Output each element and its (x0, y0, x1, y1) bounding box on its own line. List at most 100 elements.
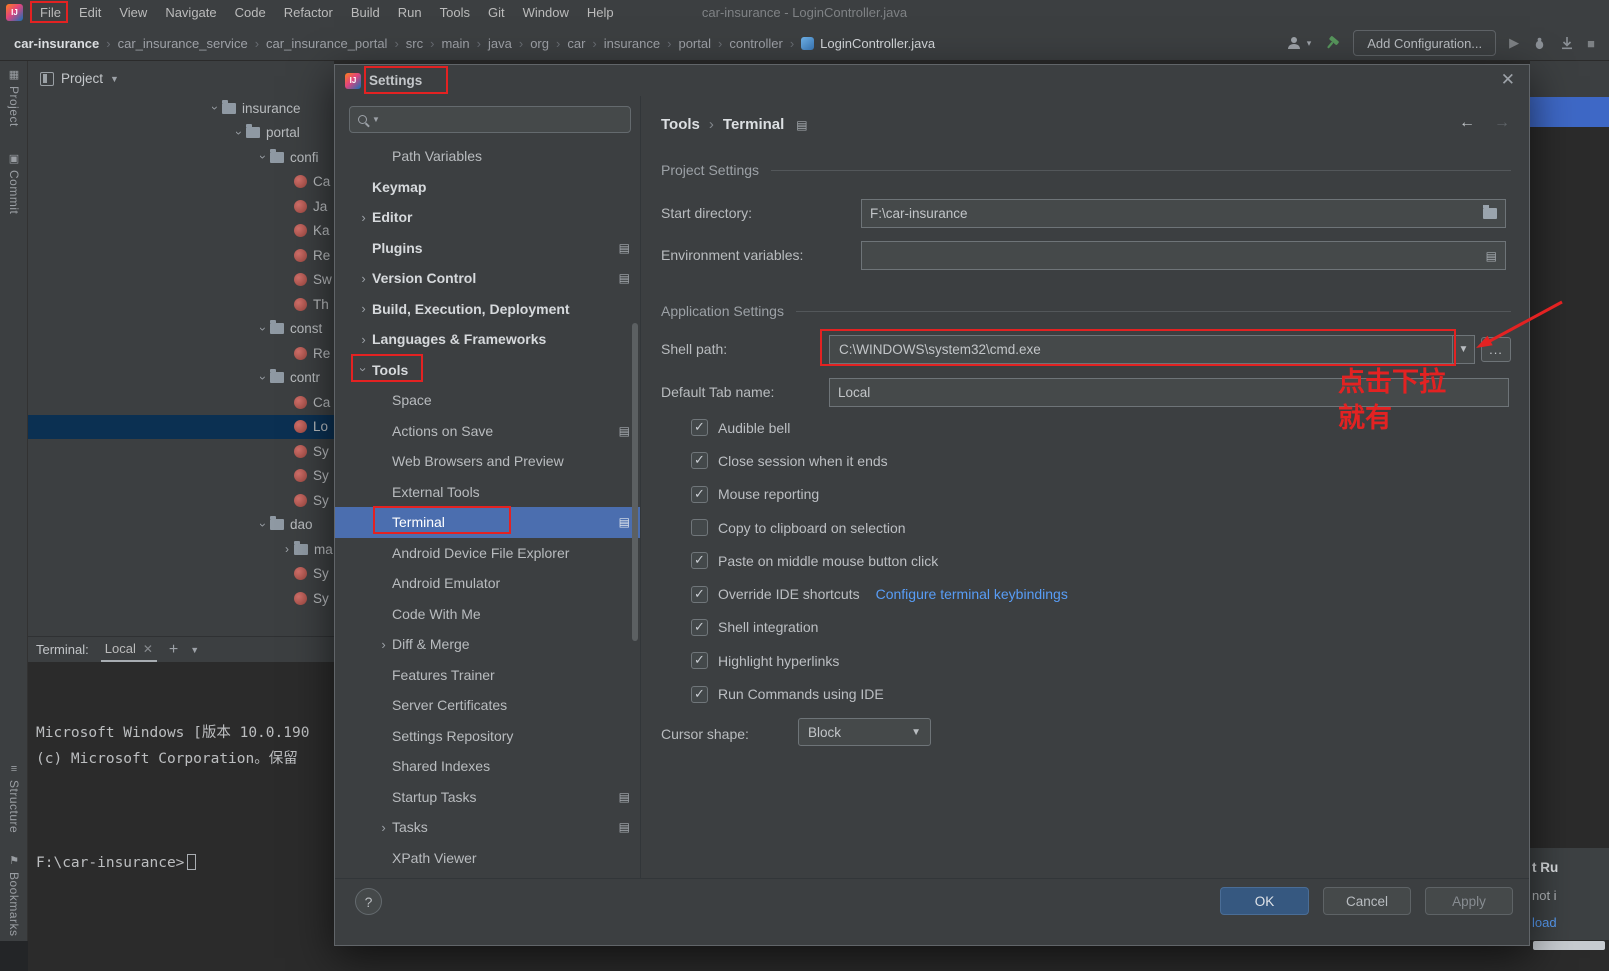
settings-nav-item[interactable]: Keymap (335, 172, 640, 203)
environment-variables-field[interactable]: ▤ (861, 241, 1506, 270)
tree-chevron-icon[interactable]: › (256, 150, 270, 164)
terminal-console[interactable]: Microsoft Windows [版本 10.0.190 (c) Micros… (28, 662, 334, 971)
build-hammer-icon[interactable] (1324, 35, 1340, 51)
breadcrumb-item[interactable]: › src (387, 36, 423, 51)
add-configuration-button[interactable]: Add Configuration... (1353, 30, 1497, 56)
settings-nav-item[interactable]: Web Browsers and Preview (335, 446, 640, 477)
run-icon[interactable]: ▶ (1509, 35, 1519, 51)
breadcrumb-item[interactable]: › car (549, 36, 585, 51)
tree-row[interactable]: Sy (28, 439, 334, 464)
dialog-title-bar[interactable]: IJ Settings ✕ (335, 65, 1529, 96)
download-icon[interactable] (1560, 36, 1574, 50)
settings-nav-item[interactable]: › Languages & Frameworks (335, 324, 640, 355)
tool-window-button[interactable]: ≡ Structure (7, 763, 21, 833)
checkbox[interactable] (691, 685, 708, 703)
breadcrumb-item[interactable]: › car_insurance_portal (248, 36, 388, 51)
breadcrumb-item[interactable]: › portal (660, 36, 711, 51)
stop-icon[interactable]: ■ (1587, 36, 1595, 51)
tree-row[interactable]: Sy (28, 488, 334, 513)
settings-nav-item[interactable]: Space (335, 385, 640, 416)
breadcrumb-item[interactable]: › car_insurance_service (99, 36, 247, 51)
tree-chevron-icon[interactable]: › (256, 322, 270, 336)
menu-item[interactable]: Navigate (156, 2, 225, 23)
tree-row[interactable]: › contr (28, 366, 334, 391)
tree-row[interactable]: Ja (28, 194, 334, 219)
checkbox[interactable] (691, 519, 708, 537)
tree-row[interactable]: Ca (28, 390, 334, 415)
settings-nav-item[interactable]: XPath Viewer (335, 843, 640, 874)
checkbox[interactable] (691, 618, 708, 636)
settings-search-input[interactable] (384, 112, 622, 127)
settings-nav-item[interactable]: › Diff & Merge (335, 629, 640, 660)
menu-item[interactable]: Code (226, 2, 275, 23)
checkbox[interactable] (691, 452, 708, 470)
settings-nav-item[interactable]: › Tasks ▤ (335, 812, 640, 843)
cursor-shape-select[interactable]: Block ▼ (798, 718, 931, 746)
terminal-tab-local[interactable]: Local ✕ (100, 637, 157, 662)
tree-chevron-icon[interactable]: › (208, 101, 222, 115)
settings-search-box[interactable]: ▼ (349, 106, 631, 133)
breadcrumb-item[interactable]: › car-insurance (14, 36, 99, 51)
search-options-arrow-icon[interactable]: ▼ (372, 115, 380, 124)
start-directory-field[interactable]: F:\car-insurance (861, 199, 1506, 228)
tree-row[interactable]: › ma (28, 537, 334, 562)
breadcrumb-item[interactable]: › LoginController.java (783, 36, 935, 51)
settings-nav-item[interactable]: Code With Me (335, 599, 640, 630)
tree-row[interactable]: Sw (28, 268, 334, 293)
list-icon[interactable]: ▤ (1486, 249, 1497, 263)
tree-chevron-icon[interactable]: › (256, 371, 270, 385)
menu-item[interactable]: Run (389, 2, 431, 23)
active-editor-tab-fragment[interactable] (1530, 97, 1609, 127)
checkbox[interactable] (691, 485, 708, 503)
terminal-dropdown-icon[interactable]: ▼ (190, 645, 199, 655)
tree-row[interactable]: › dao (28, 513, 334, 538)
help-button[interactable]: ? (355, 888, 382, 915)
menu-item[interactable]: View (110, 2, 156, 23)
settings-nav-item[interactable]: External Tools (335, 477, 640, 508)
tree-row[interactable]: Ka (28, 219, 334, 244)
tree-row[interactable]: Sy (28, 562, 334, 587)
settings-nav-item[interactable]: Plugins ▤ (335, 233, 640, 264)
breadcrumb-item[interactable]: › main (423, 36, 470, 51)
settings-nav-item[interactable]: Android Emulator (335, 568, 640, 599)
tree-row[interactable]: Re (28, 341, 334, 366)
settings-nav-item[interactable]: Path Variables (335, 141, 640, 172)
apply-button[interactable]: Apply (1425, 887, 1513, 915)
menu-item[interactable]: Help (578, 2, 623, 23)
tree-row[interactable]: Th (28, 292, 334, 317)
tree-chevron-icon[interactable]: › (256, 518, 270, 532)
close-tab-icon[interactable]: ✕ (143, 642, 153, 656)
tree-chevron-icon[interactable]: › (232, 126, 246, 140)
checkbox[interactable] (691, 552, 708, 570)
tree-row[interactable]: Sy (28, 586, 334, 611)
menu-item[interactable]: Edit (70, 2, 110, 23)
checkbox[interactable] (691, 652, 708, 670)
checkbox[interactable] (691, 419, 708, 437)
close-dialog-icon[interactable]: ✕ (1501, 70, 1515, 90)
user-dropdown-arrow-icon[interactable]: ▾ (1307, 38, 1312, 49)
settings-nav-item[interactable]: Shared Indexes (335, 751, 640, 782)
tree-chevron-icon[interactable]: › (280, 542, 294, 556)
menu-item[interactable]: Git (479, 2, 514, 23)
tool-window-button[interactable]: ▣ Commit (7, 153, 21, 214)
configure-terminal-keybindings-link[interactable]: Configure terminal keybindings (876, 586, 1068, 602)
tree-row[interactable]: › portal (28, 121, 334, 146)
tool-window-button[interactable]: ▦ Project (7, 69, 21, 127)
tool-window-button[interactable]: ⚑ Bookmarks (7, 855, 21, 937)
tree-row[interactable]: › const (28, 317, 334, 342)
chevron-icon[interactable]: › (375, 637, 392, 652)
settings-nav-item[interactable]: › Version Control ▤ (335, 263, 640, 294)
debug-bug-icon[interactable] (1532, 36, 1547, 51)
breadcrumb-item[interactable]: › org (512, 36, 549, 51)
settings-nav-item[interactable]: › Build, Execution, Deployment (335, 294, 640, 325)
settings-nav-item[interactable]: Features Trainer (335, 660, 640, 691)
project-panel-header[interactable]: Project ▼ (28, 61, 334, 96)
menu-item[interactable]: Tools (431, 2, 479, 23)
new-terminal-icon[interactable]: + (169, 641, 178, 659)
settings-nav-item[interactable]: Actions on Save ▤ (335, 416, 640, 447)
breadcrumb-item[interactable]: › java (470, 36, 512, 51)
chevron-icon[interactable]: › (375, 820, 392, 835)
cancel-button[interactable]: Cancel (1323, 887, 1411, 915)
chevron-icon[interactable]: › (355, 271, 372, 286)
tree-row[interactable]: Ca (28, 170, 334, 195)
